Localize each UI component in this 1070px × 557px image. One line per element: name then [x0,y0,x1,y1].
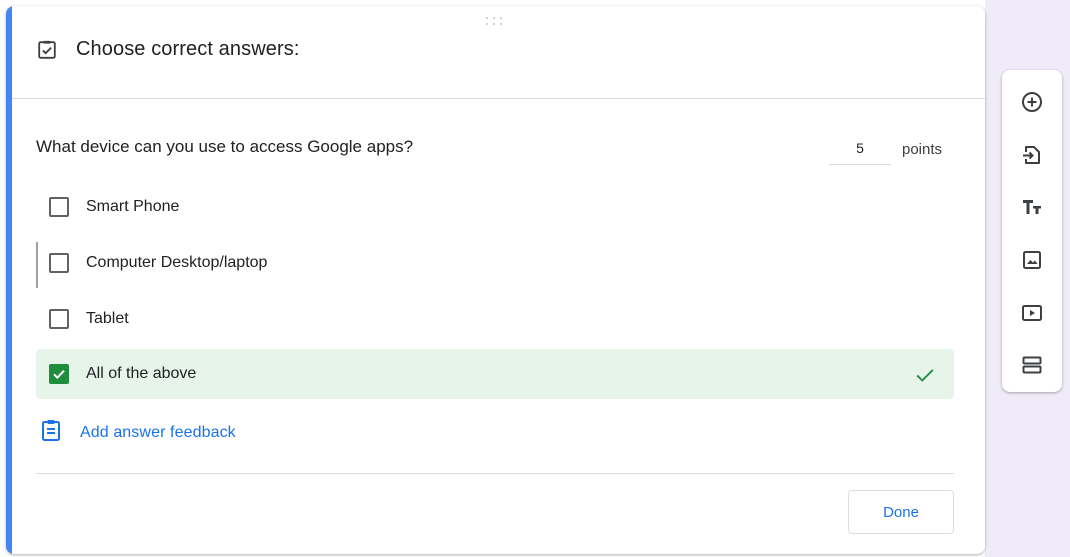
option-checkbox-checked[interactable] [49,364,69,384]
clipboard-feedback-icon [39,418,63,447]
video-icon [1020,301,1044,325]
header-divider [12,98,985,99]
add-title-description-button[interactable] [1017,192,1047,222]
add-video-button[interactable] [1017,298,1047,328]
option-label: Tablet [86,310,129,327]
correct-answer-check-icon [914,364,936,391]
import-questions-button[interactable] [1017,140,1047,170]
add-answer-feedback-label: Add answer feedback [80,423,236,441]
add-circle-icon [1020,90,1044,114]
add-section-button[interactable] [1017,350,1047,380]
floating-toolbar [1002,70,1062,392]
active-card-indicator [6,6,12,554]
add-image-button[interactable] [1017,245,1047,275]
option-checkbox[interactable] [49,309,69,329]
option-label: Computer Desktop/laptop [86,254,268,271]
question-card: Choose correct answers: What device can … [6,6,985,554]
question-text: What device can you use to access Google… [36,137,414,156]
checkmark-icon [53,369,65,380]
drag-handle-icon[interactable] [484,17,504,27]
card-header: Choose correct answers: [36,38,300,61]
option-checkbox[interactable] [49,197,69,217]
image-icon [1020,248,1044,272]
title-text-icon [1020,195,1044,219]
done-button[interactable]: Done [848,490,954,534]
points-label: points [902,141,943,158]
footer-divider [36,473,954,474]
option-row[interactable]: Computer Desktop/laptop [36,238,954,288]
option-label: Smart Phone [86,198,180,215]
add-question-button[interactable] [1017,87,1047,117]
option-row[interactable]: Smart Phone [36,182,954,232]
import-question-icon [1020,143,1044,167]
option-row[interactable]: Tablet [36,294,954,344]
points-input[interactable] [829,132,891,165]
option-label: All of the above [86,365,197,382]
answer-key-title: Choose correct answers: [76,38,300,60]
option-row-correct[interactable]: All of the above [36,349,954,399]
option-checkbox[interactable] [49,253,69,273]
checkbox-checked-outline-icon [36,39,58,61]
add-answer-feedback-button[interactable]: Add answer feedback [39,418,236,447]
section-icon [1020,353,1044,377]
